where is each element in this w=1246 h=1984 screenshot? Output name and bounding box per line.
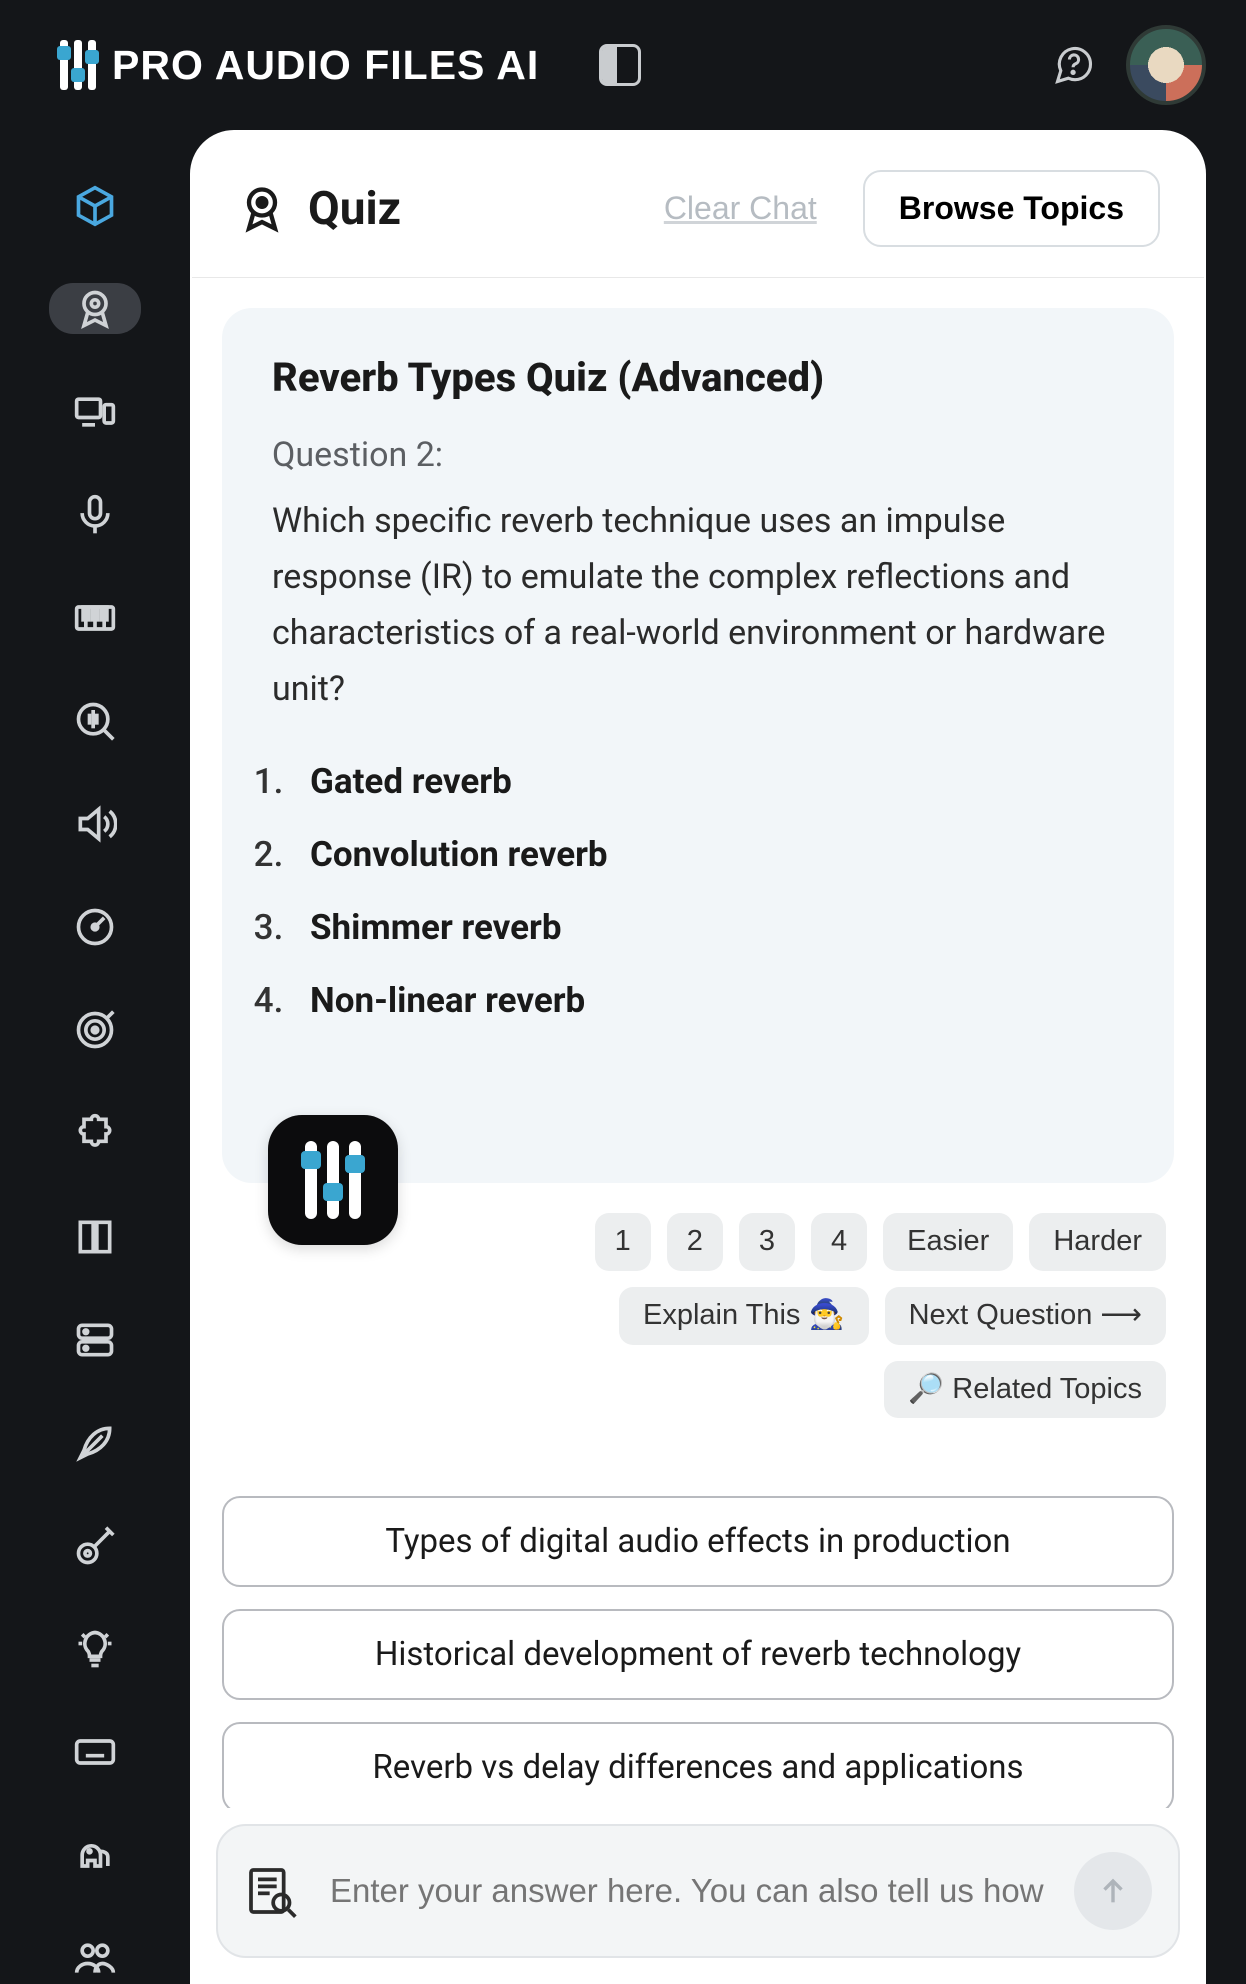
main-panel: Quiz Clear Chat Browse Topics Reverb Typ… — [190, 130, 1206, 1984]
puzzle-icon[interactable] — [49, 1108, 141, 1159]
cube-icon[interactable] — [49, 180, 141, 231]
easier-button[interactable]: Easier — [883, 1213, 1013, 1271]
people-icon[interactable] — [49, 1933, 141, 1984]
clear-chat-button[interactable]: Clear Chat — [658, 189, 823, 228]
logo-mark-icon — [60, 40, 96, 90]
mic-icon[interactable] — [49, 489, 141, 540]
sidebar — [0, 130, 190, 1984]
keyboard-icon[interactable] — [49, 1727, 141, 1778]
quiz-option[interactable]: Shimmer reverb — [292, 907, 1124, 948]
next-question-button[interactable]: Next Question ⟶ — [885, 1287, 1166, 1345]
topic-item[interactable]: Types of digital audio effects in produc… — [222, 1496, 1174, 1587]
quiz-option[interactable]: Convolution reverb — [292, 834, 1124, 875]
feather-icon[interactable] — [49, 1417, 141, 1468]
devices-icon[interactable] — [49, 386, 141, 437]
bot-avatar-icon — [268, 1115, 398, 1245]
question-label: Question 2: — [272, 435, 1124, 475]
action-pills: 1 2 3 4 Easier Harder Explain This 🧙‍♂️ … — [392, 1213, 1166, 1418]
speaker-icon[interactable] — [49, 799, 141, 850]
arrow-up-icon — [1096, 1874, 1130, 1908]
panel-toggle-icon[interactable] — [599, 44, 641, 86]
ribbon-icon[interactable] — [49, 283, 141, 334]
lightbulb-icon[interactable] — [49, 1624, 141, 1675]
answer-1-button[interactable]: 1 — [595, 1213, 651, 1271]
book-icon[interactable] — [49, 1211, 141, 1262]
brand-logo[interactable]: PRO AUDIO FILES AI — [60, 40, 539, 90]
topic-item[interactable]: Historical development of reverb technol… — [222, 1609, 1174, 1700]
gauge-icon[interactable] — [49, 902, 141, 953]
quiz-ribbon-icon — [236, 183, 288, 235]
quiz-title: Reverb Types Quiz (Advanced) — [272, 354, 1124, 401]
browse-topics-button[interactable]: Browse Topics — [863, 170, 1160, 247]
page-title: Quiz — [308, 182, 401, 236]
quiz-option[interactable]: Non-linear reverb — [292, 980, 1124, 1021]
quiz-option[interactable]: Gated reverb — [292, 761, 1124, 802]
harder-button[interactable]: Harder — [1029, 1213, 1166, 1271]
help-icon[interactable] — [1052, 43, 1096, 87]
brand-text: PRO AUDIO FILES AI — [112, 42, 539, 89]
answer-input[interactable] — [328, 1871, 1046, 1911]
question-text: Which specific reverb technique uses an … — [272, 493, 1124, 717]
document-search-icon[interactable] — [244, 1863, 300, 1919]
related-topic-list: Types of digital audio effects in produc… — [222, 1496, 1174, 1808]
related-topics-button[interactable]: 🔎 Related Topics — [884, 1361, 1166, 1419]
guitar-icon[interactable] — [49, 1520, 141, 1571]
topic-item[interactable]: Reverb vs delay differences and applicat… — [222, 1722, 1174, 1808]
answer-3-button[interactable]: 3 — [739, 1213, 795, 1271]
answer-4-button[interactable]: 4 — [811, 1213, 867, 1271]
piano-icon[interactable] — [49, 592, 141, 643]
quiz-card: Reverb Types Quiz (Advanced) Question 2:… — [222, 308, 1174, 1183]
answer-2-button[interactable]: 2 — [667, 1213, 723, 1271]
send-button[interactable] — [1074, 1852, 1152, 1930]
answer-input-bar — [216, 1824, 1180, 1958]
explain-button[interactable]: Explain This 🧙‍♂️ — [619, 1287, 869, 1345]
elephant-icon[interactable] — [49, 1830, 141, 1881]
drive-icon[interactable] — [49, 1314, 141, 1365]
user-avatar[interactable] — [1126, 25, 1206, 105]
waveform-search-icon[interactable] — [49, 696, 141, 747]
target-icon[interactable] — [49, 1005, 141, 1056]
